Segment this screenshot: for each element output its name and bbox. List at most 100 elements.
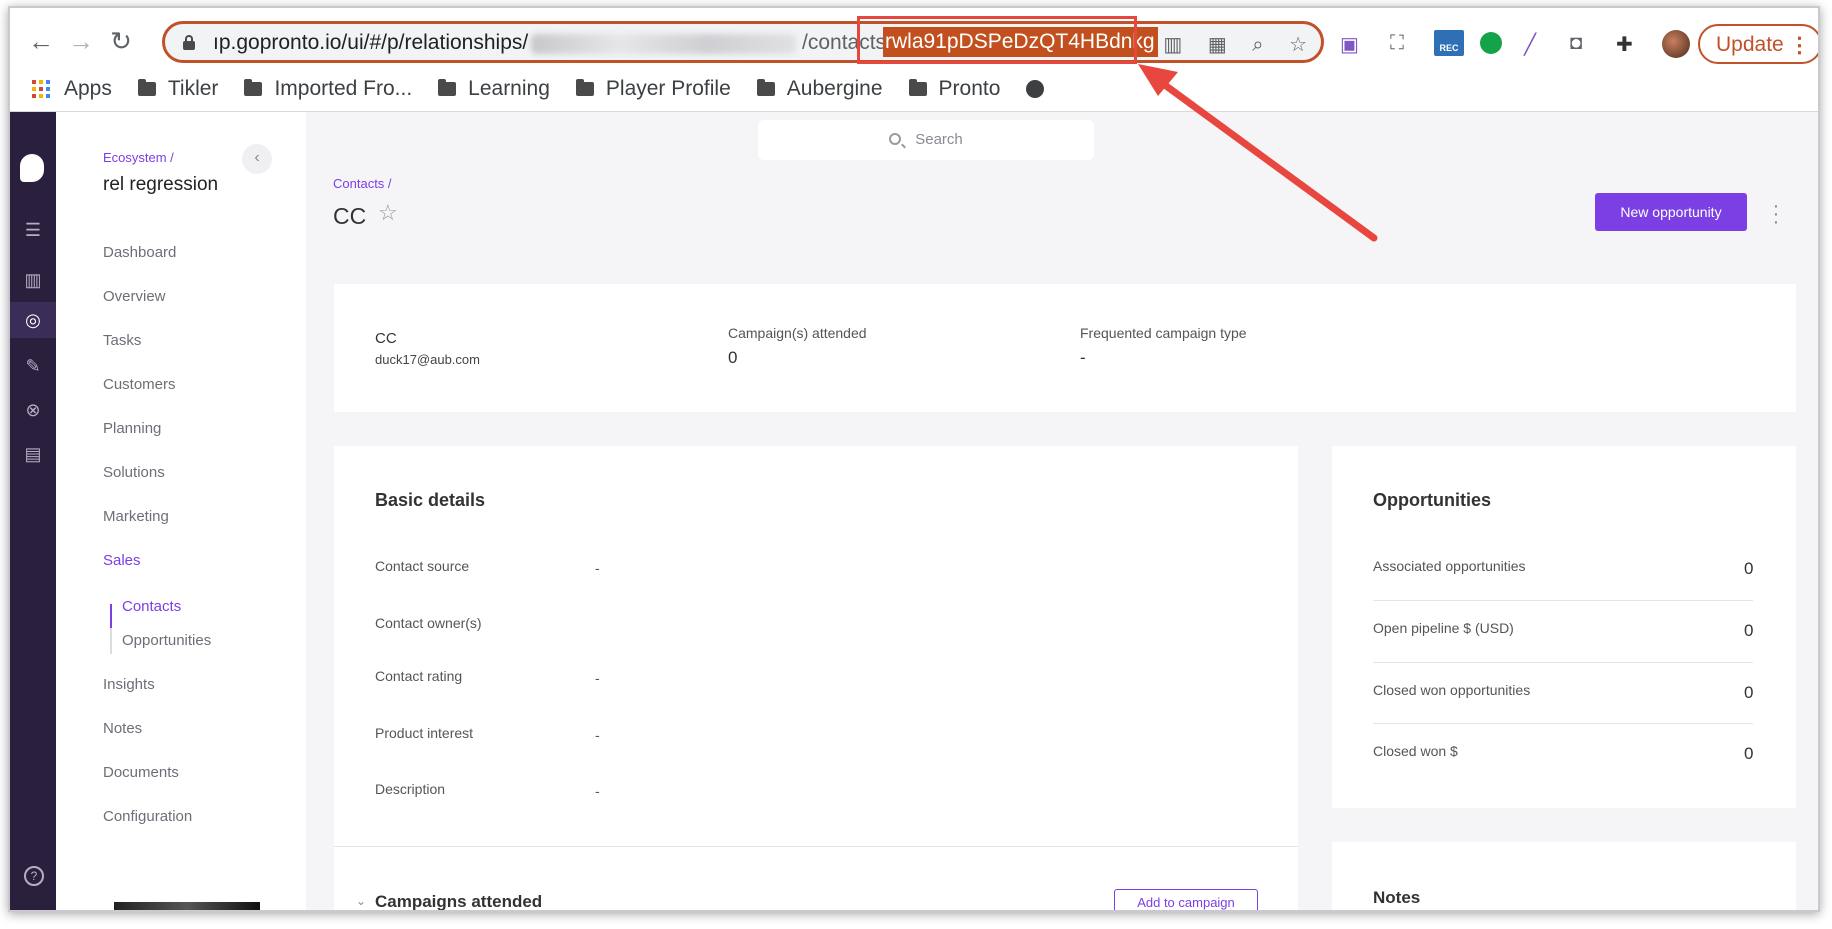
address-bar-actions: ▥ ▦ ⌕ ☆ [1143,32,1307,57]
profile-avatar[interactable] [1662,30,1690,58]
screenshot-extension-icon[interactable]: ⛶ [1390,32,1404,55]
bookmark-label: Apps [64,77,112,100]
sidebar-item-tasks[interactable]: Tasks [103,332,141,349]
bookmark-aubergine[interactable]: Aubergine [756,77,883,101]
url-prefix: ıp.gopronto.io/ui/#/p/relationships/ [213,31,529,54]
cancel-circle-icon[interactable]: ⊗ [10,392,56,428]
update-button[interactable]: Update ⋮ [1698,24,1818,64]
subnav-indicator [110,604,112,654]
contact-email: duck17@aub.com [375,352,480,367]
detail-value: - [595,670,600,686]
detail-label: Contact owner(s) [375,615,482,631]
detail-value: - [595,783,600,799]
opportunity-label: Closed won opportunities [1373,682,1531,698]
forward-arrow-icon[interactable]: → [66,26,96,56]
page-breadcrumb[interactable]: Contacts / [333,176,392,191]
sidebar-item-documents[interactable]: Documents [103,764,179,781]
folder-icon [438,79,457,96]
bookmark-pronto[interactable]: Pronto [908,77,1000,101]
sidebar-item-dashboard[interactable]: Dashboard [103,244,176,261]
folder-icon [756,79,775,96]
qr-code-icon[interactable]: ▦ [1208,34,1227,56]
camera-extension-icon[interactable]: ◘ [1570,32,1582,55]
reload-icon[interactable]: ↻ [106,26,136,56]
basic-details-card [334,446,1298,910]
back-arrow-icon[interactable]: ← [26,26,56,56]
campaigns-attended-label: Campaign(s) attended [728,325,867,341]
app-rail: ☰ ▥ ◎ ✎ ⊗ ▤ [10,112,56,910]
extensions-puzzle-icon[interactable]: ✚ [1616,32,1633,57]
search-input[interactable]: Search [758,120,1094,160]
new-opportunity-button[interactable]: New opportunity [1595,193,1747,231]
pen-extension-icon[interactable]: ╱ [1524,32,1536,57]
pronto-logo[interactable] [20,154,44,182]
collapse-sidebar-chevron-icon[interactable]: ‹ [242,144,272,174]
reader-mode-icon[interactable]: ▥ [1163,34,1182,56]
page-title: CC [333,203,367,229]
bookmark-label: Imported Fro... [274,77,413,100]
sidebar-item-configuration[interactable]: Configuration [103,808,192,825]
opportunity-value: 0 [1744,559,1754,578]
lock-icon [183,35,195,50]
globe-icon [1026,80,1045,98]
chat-icon[interactable]: ▤ [10,436,56,472]
detail-value: - [595,560,600,576]
sidebar-breadcrumb[interactable]: Ecosystem / [103,150,174,165]
sidebar-subitem-contacts[interactable]: Contacts [122,598,181,615]
folder-icon [244,79,263,96]
bookmark-player-profile[interactable]: Player Profile [575,77,731,101]
bookmark-apps[interactable]: Apps [32,77,112,101]
more-options-kebab-icon[interactable]: · · · [1772,196,1780,232]
detail-label: Product interest [375,725,474,741]
expand-chevron-icon[interactable]: ⌄ [356,894,366,908]
relationships-icon[interactable]: ◎ [10,302,56,338]
sidebar-item-customers[interactable]: Customers [103,376,176,393]
sidebar-item-overview[interactable]: Overview [103,288,166,305]
add-to-campaign-button[interactable]: Add to campaign [1114,889,1258,910]
bookmark-imported[interactable]: Imported Fro... [244,77,412,101]
bar-chart-icon[interactable]: ▥ [10,262,56,298]
bookmark-label: Tikler [167,77,219,100]
detail-label: Description [375,781,446,797]
sidebar-subitem-opportunities[interactable]: Opportunities [122,632,211,649]
favorite-star-icon[interactable]: ☆ [378,200,398,226]
notes-title: Notes [1373,888,1421,907]
opportunity-label: Open pipeline $ (USD) [1373,620,1514,636]
opportunity-value: 0 [1744,621,1754,640]
divider [1373,723,1753,724]
campaigns-attended-title[interactable]: Campaigns attended [375,892,542,910]
opportunities-title: Opportunities [1373,490,1491,510]
sidebar [56,112,306,910]
grammarly-icon[interactable] [1480,32,1502,54]
detail-label: Contact source [375,558,470,574]
bookmark-label: Aubergine [786,77,883,100]
bookmarks-bar: Apps Tikler Imported Fro... Learning Pla… [32,74,1070,104]
divider [1373,600,1753,601]
edit-icon[interactable]: ✎ [10,348,56,384]
workspace-title: rel regression [103,174,219,195]
bookmark-tikler[interactable]: Tikler [137,77,219,101]
bookmark-globe[interactable] [1026,80,1045,98]
list-icon[interactable]: ☰ [10,212,56,248]
zoom-icon[interactable]: ⌕ [1252,34,1263,56]
divider [1373,662,1753,663]
detail-label: Contact rating [375,668,463,684]
bookmark-star-icon[interactable]: ☆ [1289,34,1307,56]
sidebar-item-notes[interactable]: Notes [103,720,142,737]
help-icon[interactable]: ? [24,866,44,886]
apps-grid-icon [32,80,50,98]
extension-purple-icon[interactable]: ▣ [1340,32,1359,57]
sidebar-item-planning[interactable]: Planning [103,420,161,437]
sidebar-item-solutions[interactable]: Solutions [103,464,165,481]
folder-icon [908,79,927,96]
sidebar-item-marketing[interactable]: Marketing [103,508,169,525]
sidebar-item-sales[interactable]: Sales [103,552,141,569]
user-profile-bar[interactable] [114,902,260,910]
sidebar-item-insights[interactable]: Insights [103,676,155,693]
frequented-campaign-label: Frequented campaign type [1080,325,1247,341]
contact-summary-card [334,284,1796,412]
address-bar[interactable]: ıp.gopronto.io/ui/#/p/relationships/ /co… [162,21,1324,63]
folder-icon [575,79,594,96]
rec-extension-icon[interactable]: REC [1434,30,1464,56]
bookmark-learning[interactable]: Learning [438,77,550,101]
